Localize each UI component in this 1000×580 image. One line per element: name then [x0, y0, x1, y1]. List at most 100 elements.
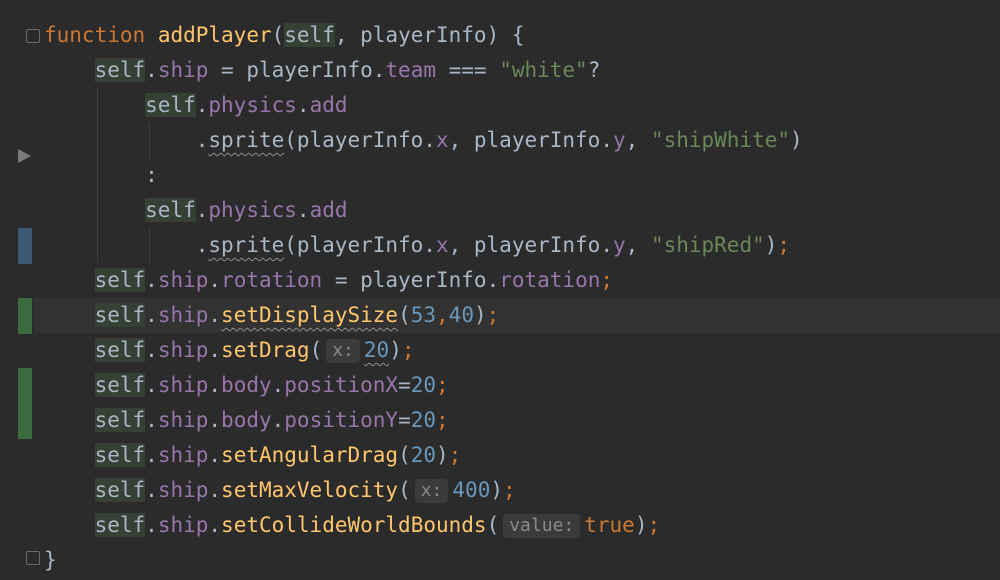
editor-gutter[interactable] [0, 0, 40, 580]
number-literal: 20 [410, 408, 437, 432]
change-marker-added[interactable] [18, 368, 32, 439]
dot: . [195, 128, 209, 152]
code-line: self.ship.body.positionY=20; [44, 403, 1000, 438]
paren: ( [486, 513, 500, 537]
paren: ) [473, 303, 487, 327]
paren: ( [271, 23, 285, 47]
number-literal: 20 [410, 443, 437, 467]
code-line: self.ship = playerInfo.team === "white"? [44, 53, 1000, 88]
dot: . [296, 93, 310, 117]
dot: . [208, 513, 222, 537]
change-marker-modified[interactable] [18, 228, 32, 264]
code-line: self.ship.setAngularDrag(20); [44, 438, 1000, 473]
semicolon: ; [436, 373, 449, 397]
operator: = [398, 373, 411, 397]
method-setdisplaysize: setDisplaySize [221, 303, 399, 327]
prop-x: x [435, 233, 449, 257]
paren: ) [490, 478, 503, 502]
param-self: self [284, 23, 335, 47]
dot: . [145, 408, 158, 432]
semicolon: ; [647, 513, 661, 537]
dot: . [208, 478, 222, 502]
method-sprite: sprite [208, 233, 285, 257]
prop-ship: ship [157, 58, 209, 82]
self-ref: self [145, 93, 196, 117]
method-sprite: sprite [208, 128, 285, 152]
comma: , [436, 303, 449, 327]
dot: . [145, 338, 158, 362]
code-text: = playerInfo. [322, 268, 500, 292]
prop-ship: ship [157, 443, 209, 467]
semicolon: ; [600, 268, 614, 292]
paren: ) [436, 443, 449, 467]
ternary-op: ? [587, 58, 601, 82]
prop-ship: ship [157, 373, 209, 397]
string-literal: "shipRed" [650, 233, 765, 257]
keyword-function: function [44, 23, 146, 47]
param-playerinfo: playerInfo [360, 23, 487, 47]
prop-team: team [385, 58, 436, 82]
code-text: (playerInfo. [284, 128, 436, 152]
code-lines: function addPlayer(self, playerInfo) { s… [34, 18, 1000, 578]
semicolon: ; [436, 408, 449, 432]
fold-end-icon[interactable] [26, 551, 40, 565]
prop-ship: ship [157, 408, 209, 432]
method-setangulardrag: setAngularDrag [221, 443, 399, 467]
code-line: self.ship.body.positionX=20; [44, 368, 1000, 403]
code-line: } [44, 543, 1000, 578]
code-text: , playerInfo. [448, 128, 613, 152]
prop-physics: physics [208, 198, 297, 222]
dot: . [208, 373, 222, 397]
dot: . [208, 303, 222, 327]
number-literal: 20 [410, 373, 437, 397]
number-literal: 20 [363, 338, 390, 362]
dot: . [271, 408, 285, 432]
code-editor[interactable]: function addPlayer(self, playerInfo) { s… [0, 0, 1000, 580]
method-setmaxvelocity: setMaxVelocity [221, 478, 399, 502]
fold-start-icon[interactable] [26, 29, 40, 43]
code-text: = playerInfo. [208, 58, 386, 82]
prop-rotation: rotation [499, 268, 601, 292]
paren-brace: ) { [486, 23, 525, 47]
code-line: self.ship.setCollideWorldBounds(value: tr… [44, 508, 1000, 543]
closing-brace: } [44, 548, 57, 572]
dot: . [195, 233, 209, 257]
operator: = [398, 408, 411, 432]
dot: . [195, 198, 209, 222]
dot: . [296, 198, 310, 222]
parameter-hint: x: [414, 479, 449, 503]
prop-ship: ship [157, 268, 209, 292]
self-ref: self [94, 303, 146, 327]
string-literal: "shipWhite" [650, 128, 791, 152]
prop-body: body [221, 373, 272, 397]
prop-y: y [612, 233, 626, 257]
paren: ) [389, 338, 402, 362]
prop-y: y [612, 128, 626, 152]
separator: , [625, 128, 651, 152]
dot: . [145, 268, 158, 292]
method-setcollideworldbounds: setCollideWorldBounds [221, 513, 487, 537]
self-ref: self [94, 478, 146, 502]
run-arrow-icon[interactable] [18, 149, 31, 163]
dot: . [195, 93, 209, 117]
code-line: self.physics.add [44, 88, 1000, 123]
number-literal: 53 [410, 303, 437, 327]
prop-ship: ship [157, 478, 209, 502]
semicolon: ; [777, 233, 791, 257]
self-ref: self [145, 198, 196, 222]
function-name: addPlayer [157, 23, 272, 47]
prop-ship: ship [157, 513, 209, 537]
number-literal: 400 [452, 478, 491, 502]
dot: . [208, 408, 222, 432]
dot: . [145, 373, 158, 397]
semicolon: ; [401, 338, 415, 362]
prop-body: body [221, 408, 272, 432]
change-marker-added[interactable] [18, 298, 32, 334]
self-ref: self [94, 268, 146, 292]
paren: ( [398, 478, 411, 502]
dot: . [208, 268, 222, 292]
code-line-current: self.ship.setDisplaySize(53,40); [34, 298, 1000, 333]
paren: ) [790, 128, 803, 152]
code-line: : [44, 158, 1000, 193]
parameter-hint: value: [503, 514, 581, 538]
